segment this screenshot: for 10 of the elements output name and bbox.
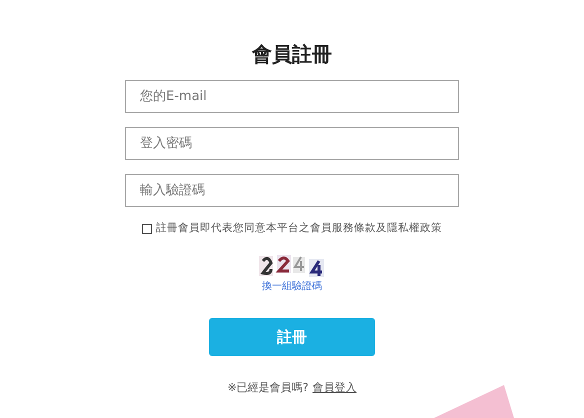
login-link[interactable]: 會員登入 [312,380,357,396]
login-prompt: ※已經是會員嗎? [227,380,309,396]
text-input-field[interactable]: 輸入驗證碼 [125,174,459,207]
text-input-field[interactable]: 您的E-mail [125,80,459,113]
refresh-captcha-link[interactable]: 換一組驗證碼 [262,278,322,294]
agreement-checkbox[interactable] [142,224,152,234]
register-button[interactable]: 註冊 [209,318,375,356]
text-input-field[interactable]: 登入密碼 [125,127,459,160]
agreement-label: 註冊會員即代表您同意本平台之會員服務條款及隱私權政策 [156,221,442,236]
page-title: 會員註冊 [250,42,333,66]
